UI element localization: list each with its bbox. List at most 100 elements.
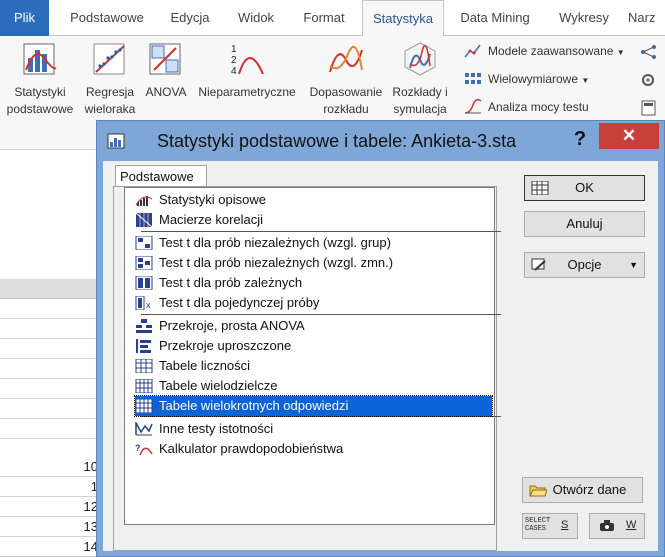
regression-icon: [93, 43, 125, 75]
network-icon[interactable]: [640, 44, 658, 60]
list-item-multiple-response[interactable]: Tabele wielokrotnych odpowiedzi: [134, 395, 493, 417]
t-test-dependent-icon: [135, 276, 153, 290]
options-button[interactable]: Opcje ▼: [524, 252, 645, 278]
list-item-t-test-groups[interactable]: Test t dla prób niezależnych (wzgl. grup…: [135, 233, 501, 253]
correlation-matrix-icon: [135, 213, 153, 227]
tab-podstawowe-ribbon[interactable]: Podstawowe: [57, 0, 157, 36]
significance-tests-icon: [135, 422, 153, 436]
list-item-breakdown-anova[interactable]: Przekroje, prosta ANOVA: [135, 316, 501, 336]
t-test-single-icon: x: [135, 296, 151, 310]
distributions-simulation-label-1: Rozkłady i: [392, 85, 448, 99]
close-icon: ✕: [621, 126, 637, 145]
settings-tools-icon[interactable]: [640, 72, 658, 88]
list-item-label: Test t dla pojedynczej próby: [159, 295, 320, 310]
sheet-column-header: [0, 279, 110, 299]
list-item-label: Inne testy istotności: [159, 421, 274, 436]
probability-calculator-icon: ?: [135, 443, 153, 456]
open-folder-icon: [529, 485, 547, 497]
list-item-label: Kalkulator prawdopodobieństwa: [159, 441, 344, 456]
tab-plik[interactable]: Plik: [0, 0, 49, 36]
advanced-models-label: Modele zaawansowane: [488, 44, 614, 58]
basic-statistics-button[interactable]: Statystyki podstawowe: [2, 36, 78, 118]
list-item-correlation-matrices[interactable]: Macierze korelacji: [135, 210, 501, 230]
breakdown-icon: [136, 319, 152, 333]
list-item-breakdown-simple[interactable]: Przekroje uproszczone: [135, 336, 501, 356]
sheet-row: [0, 299, 110, 319]
regression-label-2: wieloraka: [84, 102, 136, 116]
multivariate-dropdown-icon: ▼: [581, 76, 590, 85]
power-analysis-icon: [464, 99, 482, 114]
ok-table-icon: [531, 181, 549, 195]
descriptive-stats-icon: [135, 196, 153, 206]
distribution-fitting-label-1: Dopasowanie: [309, 85, 383, 99]
list-item-label: Tabele wielodzielcze: [159, 378, 278, 393]
list-item-label: Macierze korelacji: [159, 212, 264, 227]
regression-label-1: Regresja: [85, 85, 135, 99]
power-analysis-label: Analiza mocy testu: [488, 100, 589, 114]
distribution-fitting-button[interactable]: Dopasowanie rozkładu: [304, 36, 388, 118]
basic-statistics-label-2: podstawowe: [6, 102, 74, 116]
tab-statystyka[interactable]: Statystyka: [362, 0, 444, 37]
svg-text:4: 4: [231, 66, 237, 77]
list-item-t-test-variables[interactable]: Test t dla prób niezależnych (wzgl. zmn.…: [135, 253, 501, 273]
select-cases-text-1: SELECT: [525, 517, 551, 525]
sheet-row: [0, 339, 110, 359]
tab-widok[interactable]: Widok: [226, 0, 286, 36]
anova-label: ANOVA: [145, 85, 187, 99]
list-item-label: Tabele liczności: [159, 358, 251, 373]
dialog-titlebar[interactable]: Statystyki podstawowe i tabele: Ankieta-…: [97, 121, 664, 161]
list-item-descriptive-stats[interactable]: Statystyki opisowe: [135, 190, 501, 210]
svg-text:?: ?: [135, 443, 141, 453]
list-item-t-test-single[interactable]: x Test t dla pojedynczej próby: [135, 293, 501, 313]
list-item-label: Test t dla prób niezależnych (wzgl. zmn.…: [159, 255, 394, 270]
help-button[interactable]: ?: [565, 125, 595, 153]
weight-button[interactable]: W: [589, 513, 645, 539]
advanced-models-button[interactable]: Modele zaawansowane ▼: [462, 40, 625, 62]
ok-label: OK: [575, 180, 594, 195]
distribution-fitting-icon: [329, 45, 363, 73]
multiple-regression-button[interactable]: Regresja wieloraka: [78, 36, 142, 118]
cancel-button[interactable]: Anuluj: [524, 211, 645, 237]
multivariate-button[interactable]: Wielowymiarowe ▼: [462, 68, 589, 90]
tab-narzedzia[interactable]: Narz: [628, 0, 665, 36]
anova-button[interactable]: ANOVA: [140, 36, 192, 101]
multiple-response-icon: [135, 399, 153, 413]
ok-button[interactable]: OK: [524, 175, 645, 201]
t-test-groups-icon: [135, 236, 153, 250]
list-item-crosstabs[interactable]: Tabele wielodzielcze: [135, 376, 501, 396]
close-button[interactable]: ✕: [599, 123, 659, 149]
calculator-icon[interactable]: [640, 100, 658, 116]
list-item-t-test-dependent[interactable]: Test t dla prób zależnych: [135, 273, 501, 293]
select-cases-button[interactable]: SELECT CASES S: [522, 513, 578, 539]
nonparametric-button[interactable]: 1 2 4 Nieparametryczne: [192, 36, 302, 101]
svg-text:2: 2: [231, 55, 237, 66]
open-data-button[interactable]: Otwórz dane: [522, 477, 643, 503]
sheet-row: 12: [0, 497, 110, 517]
sheet-row: 14: [0, 537, 110, 557]
anova-icon: [149, 43, 181, 75]
weight-key: W: [626, 519, 637, 531]
tab-podstawowe[interactable]: Podstawowe: [115, 165, 207, 187]
nonparametric-icon: 1 2 4: [231, 44, 264, 77]
tab-wykresy[interactable]: Wykresy: [550, 0, 618, 36]
crosstab-icon: [135, 379, 153, 393]
options-dropdown-icon: ▼: [629, 260, 638, 270]
dialog-title: Statystyki podstawowe i tabele: Ankieta-…: [157, 131, 517, 151]
tab-page-frame: Statystyki opisowe Macierze korelacji Te…: [113, 186, 501, 551]
list-separator: [141, 314, 501, 315]
analysis-list[interactable]: Statystyki opisowe Macierze korelacji Te…: [124, 187, 501, 525]
open-data-label: Otwórz dane: [552, 482, 627, 497]
distributions-simulation-button[interactable]: Rozkłady i symulacja: [388, 36, 452, 118]
list-item-frequency-tables[interactable]: Tabele liczności: [135, 356, 501, 376]
list-item-probability-calculator[interactable]: ? Kalkulator prawdopodobieństwa: [135, 439, 501, 459]
distribution-fitting-label-2: rozkładu: [323, 102, 369, 116]
list-item-label: Przekroje uproszczone: [159, 338, 292, 353]
tab-data-mining[interactable]: Data Mining: [450, 0, 540, 36]
tab-edycja[interactable]: Edycja: [161, 0, 219, 36]
list-item-other-tests[interactable]: Inne testy istotności: [135, 419, 501, 439]
list-separator: [141, 416, 501, 417]
sheet-row: 13: [0, 517, 110, 537]
power-analysis-button[interactable]: Analiza mocy testu: [462, 96, 589, 118]
tab-format[interactable]: Format: [293, 0, 355, 36]
list-item-label: Test t dla prób zależnych: [159, 275, 303, 290]
